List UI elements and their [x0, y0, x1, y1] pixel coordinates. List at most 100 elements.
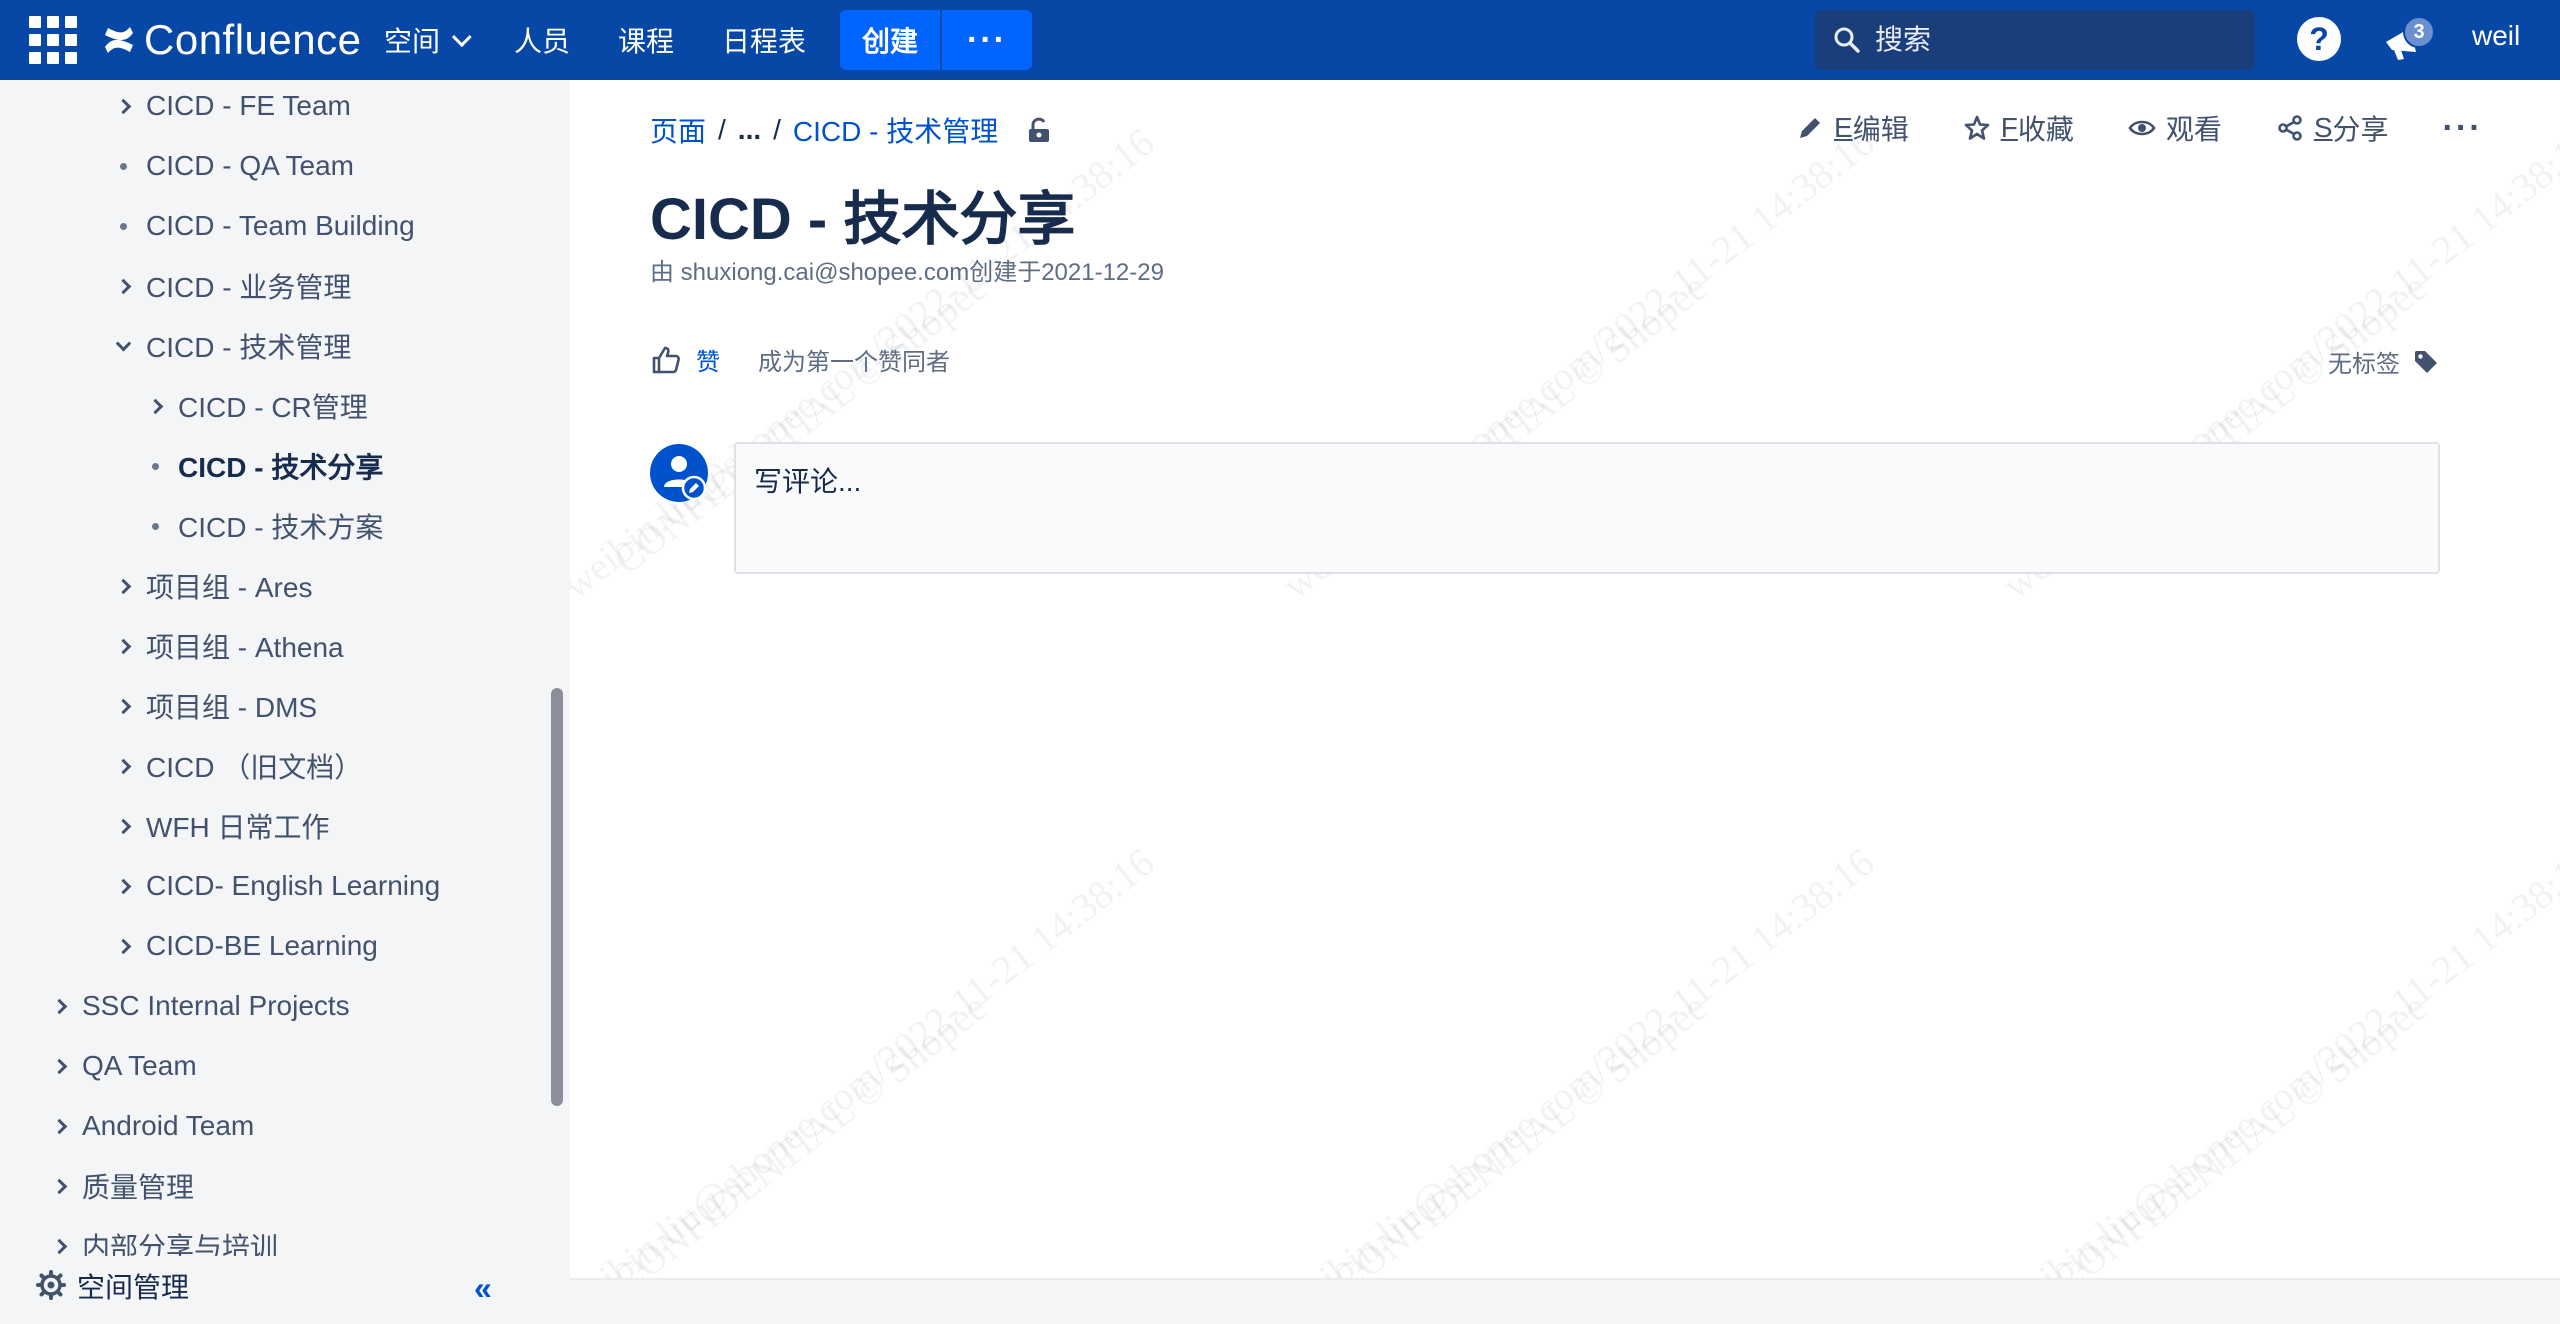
sidebar-tree-item[interactable]: CICD （旧文档） — [110, 737, 362, 795]
page-footer — [570, 1278, 2560, 1324]
chevron-right-icon[interactable] — [110, 578, 136, 594]
more-actions-button[interactable]: ··· — [2443, 109, 2483, 148]
sidebar-tree-label: CICD - FE Team — [146, 90, 351, 121]
space-settings-link[interactable]: 空间管理 — [77, 1266, 189, 1306]
edit-shortcut-key: E — [1834, 112, 1853, 143]
sidebar-tree-label: CICD- English Learning — [146, 870, 441, 901]
sidebar-tree-label: 质量管理 — [82, 1172, 195, 1203]
tag-icon — [2415, 350, 2437, 373]
edit-button[interactable]: E 编辑 — [1796, 108, 1909, 148]
thumbs-up-icon[interactable] — [650, 344, 682, 376]
nav-people-label: 人员 — [514, 26, 571, 57]
no-labels-text: 无标签 — [2328, 351, 2400, 378]
nav-courses[interactable]: 课程 — [618, 20, 674, 60]
confluence-logo-icon — [105, 27, 133, 53]
edit-label: 编辑 — [1852, 114, 1909, 145]
sidebar-tree-label: 项目组 - DMS — [146, 692, 318, 723]
chevron-right-icon[interactable] — [46, 998, 72, 1014]
like-hint: 成为第一个赞同者 — [758, 349, 950, 376]
chevron-right-icon[interactable] — [110, 818, 136, 834]
sidebar-scrollbar[interactable] — [551, 688, 563, 1106]
help-icon[interactable]: ? — [2297, 17, 2341, 61]
breadcrumb-parent[interactable]: CICD - 技术管理 — [793, 110, 998, 150]
sidebar-tree-item[interactable]: CICD - CR管理 — [142, 377, 368, 435]
favourite-label: 收藏 — [2017, 114, 2074, 145]
app-name: Confluence — [144, 16, 362, 63]
labels-area[interactable]: 无标签 — [2328, 344, 2440, 379]
like-button[interactable]: 赞 — [696, 342, 720, 377]
sidebar-tree-item[interactable]: CICD - FE Team — [110, 80, 351, 135]
chevron-down-icon — [451, 27, 472, 48]
chevron-right-icon[interactable] — [46, 1058, 72, 1074]
chevron-right-icon[interactable] — [110, 278, 136, 294]
nav-people[interactable]: 人员 — [514, 20, 570, 60]
search-box[interactable] — [1815, 10, 2255, 70]
share-button[interactable]: S 分享 — [2276, 108, 2389, 148]
sidebar-tree-label: CICD - 技术分享 — [178, 452, 384, 483]
user-avatar-icon — [650, 444, 708, 502]
favourite-shortcut-key: F — [2000, 112, 2018, 143]
collapse-sidebar-icon[interactable]: « — [474, 1270, 492, 1307]
chevron-right-icon[interactable] — [142, 398, 168, 414]
gear-icon[interactable] — [36, 1270, 66, 1300]
chevron-right-icon[interactable] — [110, 638, 136, 654]
search-input[interactable] — [1875, 24, 2235, 56]
nav-calendars[interactable]: 日程表 — [722, 20, 806, 60]
watermark-text: CONFIDENTIAL © Shopee — [604, 984, 996, 1303]
sidebar-tree-item[interactable]: SSC Internal Projects — [46, 977, 350, 1035]
unlock-icon[interactable] — [1026, 116, 1052, 144]
sidebar-tree-item[interactable]: 项目组 - Athena — [110, 617, 344, 675]
sidebar-tree-item[interactable]: CICD - Team Building — [110, 197, 415, 255]
like-row: 赞 成为第一个赞同者 — [650, 342, 950, 377]
comment-input[interactable]: 写评论... — [734, 442, 2440, 574]
sidebar-tree-item[interactable]: 质量管理 — [46, 1157, 194, 1215]
breadcrumb-ellipsis[interactable]: ... — [738, 114, 761, 146]
sidebar-tree-label: SSC Internal Projects — [82, 990, 350, 1021]
chevron-right-icon[interactable] — [110, 698, 136, 714]
nav-courses-label: 课程 — [618, 26, 675, 57]
favourite-button[interactable]: F 收藏 — [1963, 108, 2074, 148]
sidebar-tree-item[interactable]: WFH 日常工作 — [110, 797, 330, 855]
app-switcher-icon[interactable] — [27, 14, 77, 64]
chevron-right-icon[interactable] — [110, 938, 136, 954]
sidebar-tree-item[interactable]: QA Team — [46, 1037, 197, 1095]
page-content: weibin.liu@shopee.com/2022-11-21 14:38:1… — [570, 80, 2560, 1324]
confluence-logo[interactable]: Confluence — [102, 12, 361, 68]
nav-calendars-label: 日程表 — [722, 26, 807, 57]
chevron-right-icon[interactable] — [46, 1118, 72, 1134]
watermark-text: weibin.liu@shopee.com/2022-11-21 14:38:1… — [1274, 839, 1883, 1324]
create-button[interactable]: 创建 — [840, 10, 940, 70]
sidebar-tree-item[interactable]: 项目组 - Ares — [110, 557, 312, 615]
sidebar-tree-item[interactable]: CICD- English Learning — [110, 857, 440, 915]
sidebar-tree-label: QA Team — [82, 1050, 197, 1081]
space-sidebar: CICD - FE Team CICD - QA Team CICD - Team … — [0, 80, 570, 1324]
user-menu[interactable]: weil — [2472, 20, 2560, 52]
chevron-down-icon[interactable] — [110, 335, 136, 352]
chevron-right-icon[interactable] — [110, 98, 136, 114]
sidebar-tree-item[interactable]: CICD - 技术分享 — [142, 437, 383, 495]
breadcrumb: 页面 / ... / CICD - 技术管理 — [650, 110, 1052, 150]
sidebar-tree-item[interactable]: CICD - QA Team — [110, 137, 354, 195]
sidebar-tree-label: CICD - Team Building — [146, 210, 415, 241]
bullet-icon — [110, 222, 136, 230]
create-more-button[interactable]: ··· — [942, 10, 1032, 70]
sidebar-tree-item[interactable]: 项目组 - DMS — [110, 677, 317, 735]
bullet-icon — [110, 162, 136, 170]
watermark-text: CONFIDENTIAL © Shopee — [2044, 984, 2436, 1303]
sidebar-tree-item[interactable]: CICD - 技术管理 — [110, 317, 351, 375]
chevron-right-icon[interactable] — [110, 758, 136, 774]
nav-spaces[interactable]: 空间 — [384, 20, 472, 60]
sidebar-tree-label: 项目组 - Ares — [146, 572, 313, 603]
watch-label: 观看 — [2165, 114, 2222, 145]
breadcrumb-root[interactable]: 页面 — [650, 110, 706, 150]
watch-button[interactable]: 观看 — [2128, 108, 2222, 148]
sidebar-tree-item[interactable]: Android Team — [46, 1097, 254, 1155]
sidebar-tree-item[interactable]: CICD - 业务管理 — [110, 257, 351, 315]
sidebar-tree-item[interactable]: CICD - 技术方案 — [142, 497, 383, 555]
sidebar-tree-item[interactable]: CICD-BE Learning — [110, 917, 378, 975]
chevron-right-icon[interactable] — [110, 878, 136, 894]
watermark-text: CONFIDENTIAL © Shopee — [1324, 984, 1716, 1303]
watermark-text: weibin.liu@shopee.com/2022-11-21 14:38:1… — [570, 839, 1163, 1324]
chevron-right-icon[interactable] — [46, 1178, 72, 1194]
chevron-right-icon[interactable] — [46, 1238, 72, 1254]
